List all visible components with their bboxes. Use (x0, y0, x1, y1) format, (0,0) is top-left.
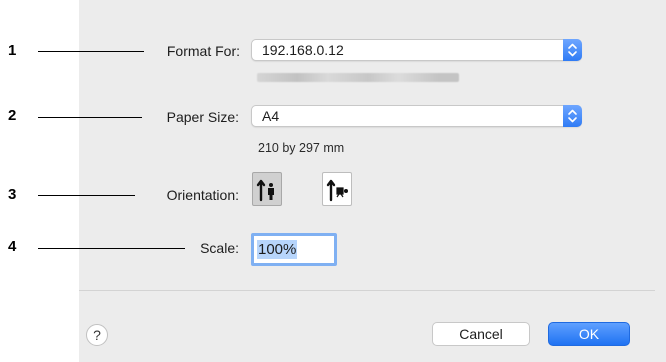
callout-number-4: 4 (8, 238, 17, 255)
callout-leader-2 (38, 117, 142, 118)
cancel-button[interactable]: Cancel (432, 322, 530, 346)
paper-size-popup[interactable]: A4 (251, 105, 582, 127)
callout-number-1: 1 (8, 42, 17, 59)
stepper-icon (563, 105, 582, 127)
callout-leader-4 (38, 248, 185, 249)
scale-input[interactable]: 100% (251, 233, 337, 266)
callout-leader-3 (38, 195, 135, 196)
landscape-orientation-icon (326, 179, 348, 202)
callout-number-2: 2 (8, 107, 17, 124)
paper-size-dimensions: 210 by 297 mm (258, 141, 345, 155)
paper-size-label: Paper Size: (166, 109, 239, 125)
help-icon: ? (93, 327, 101, 343)
portrait-orientation-icon (256, 179, 274, 202)
callout-number-3: 3 (8, 186, 17, 203)
footer-separator (79, 290, 655, 291)
landscape-orientation-button[interactable] (322, 172, 352, 206)
scale-value: 100% (257, 240, 298, 259)
format-for-popup[interactable]: 192.168.0.12 (251, 39, 582, 61)
format-for-value: 192.168.0.12 (262, 42, 344, 58)
format-for-subtitle-obscured (257, 73, 459, 82)
scale-label: Scale: (200, 240, 239, 256)
portrait-orientation-button[interactable] (252, 172, 282, 206)
paper-size-value: A4 (262, 108, 280, 124)
orientation-label: Orientation: (166, 187, 239, 203)
format-for-label: Format For: (166, 43, 240, 59)
callout-leader-1 (38, 51, 144, 52)
ok-button[interactable]: OK (548, 322, 630, 346)
help-button[interactable]: ? (86, 324, 108, 346)
stepper-icon (563, 39, 582, 61)
